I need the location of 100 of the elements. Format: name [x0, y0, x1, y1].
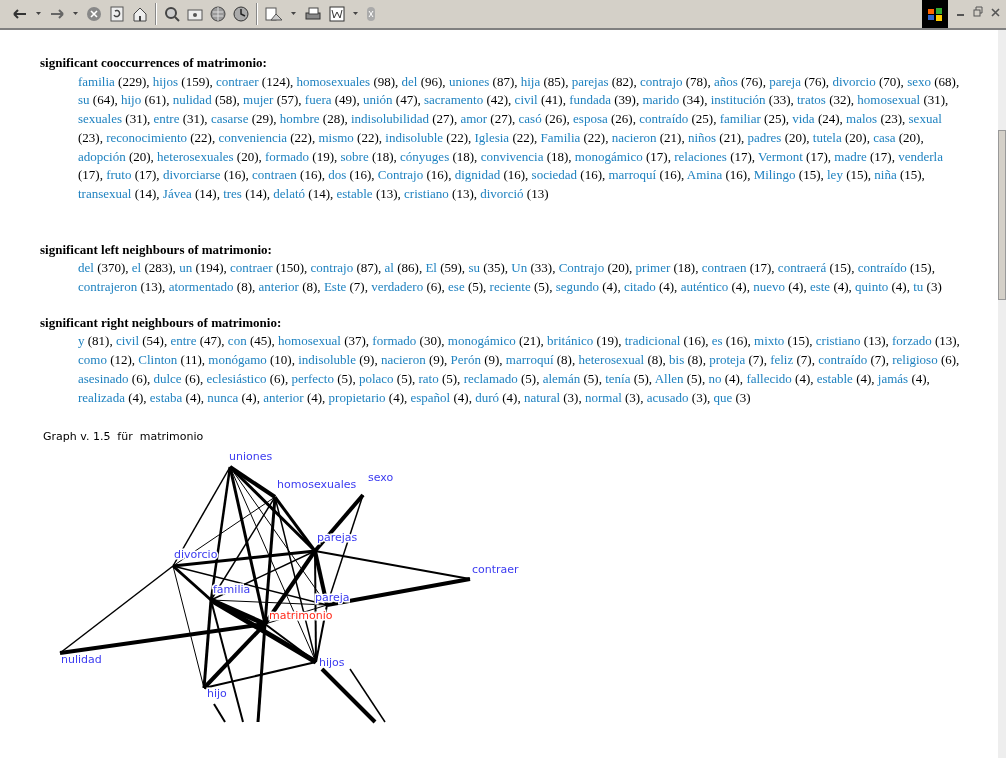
word-link[interactable]: atormentado: [168, 279, 234, 295]
word-link[interactable]: sobre: [340, 148, 369, 164]
word-link[interactable]: adopción: [78, 148, 126, 164]
word-link[interactable]: tenía: [605, 370, 631, 386]
word-link[interactable]: contrajo: [310, 260, 354, 276]
word-link[interactable]: anterior: [263, 389, 304, 405]
word-link[interactable]: tradicional: [624, 333, 681, 349]
globe-icon[interactable]: [233, 6, 249, 22]
word-link[interactable]: marido: [642, 92, 680, 108]
word-link[interactable]: jamás: [877, 370, 909, 386]
word-link[interactable]: asesinado: [78, 370, 129, 386]
word-link[interactable]: propietario: [328, 389, 386, 405]
document-edit-icon[interactable]: [329, 6, 345, 22]
word-link[interactable]: Contrajo: [377, 167, 424, 183]
word-link[interactable]: parejas: [571, 73, 609, 89]
word-link[interactable]: reconocimiento: [106, 129, 188, 145]
word-link[interactable]: tutela: [812, 129, 842, 145]
word-link[interactable]: natural: [523, 389, 560, 405]
word-link[interactable]: fallecido: [746, 370, 792, 386]
word-link[interactable]: indisolubilidad: [350, 111, 429, 127]
word-link[interactable]: dos: [328, 167, 347, 183]
word-link[interactable]: nacieron: [380, 352, 426, 368]
word-link[interactable]: que: [713, 389, 733, 405]
search-icon[interactable]: [164, 6, 180, 22]
word-link[interactable]: reciente: [489, 279, 531, 295]
word-link[interactable]: vida: [792, 111, 815, 127]
word-link[interactable]: niña: [874, 167, 897, 183]
word-link[interactable]: marroquí: [608, 167, 657, 183]
home-icon[interactable]: [132, 6, 148, 22]
word-link[interactable]: sexual: [908, 111, 942, 127]
stop-icon[interactable]: [86, 6, 102, 22]
word-link[interactable]: el: [131, 260, 142, 276]
word-link[interactable]: auténtico: [680, 279, 729, 295]
word-link[interactable]: y: [78, 333, 85, 349]
word-link[interactable]: hija: [520, 73, 541, 89]
word-link[interactable]: cristiano: [404, 185, 449, 201]
word-link[interactable]: ley: [827, 167, 843, 183]
word-link[interactable]: contraer: [230, 260, 273, 276]
word-link[interactable]: del: [401, 73, 418, 89]
word-link[interactable]: Perón: [450, 352, 481, 368]
word-link[interactable]: sexuales: [78, 111, 123, 127]
word-link[interactable]: madre: [834, 148, 867, 164]
word-link[interactable]: monogámico: [447, 333, 516, 349]
word-link[interactable]: Iglesia: [474, 129, 510, 145]
word-link[interactable]: familiar: [719, 111, 761, 127]
word-link[interactable]: formado: [265, 148, 310, 164]
mail-icon[interactable]: [265, 6, 283, 22]
word-link[interactable]: hijo: [121, 92, 142, 108]
word-link[interactable]: al: [384, 260, 394, 276]
word-link[interactable]: británico: [547, 333, 594, 349]
word-link[interactable]: como: [78, 352, 107, 368]
word-link[interactable]: su: [78, 92, 90, 108]
globe-icon[interactable]: [210, 6, 226, 22]
word-link[interactable]: con: [227, 333, 247, 349]
word-link[interactable]: contrajo: [639, 73, 683, 89]
word-link[interactable]: cristiano: [815, 333, 861, 349]
word-link[interactable]: entre: [170, 333, 197, 349]
word-link[interactable]: sexo: [907, 73, 931, 89]
word-link[interactable]: Milingo: [753, 167, 796, 183]
word-link[interactable]: contraído: [818, 352, 868, 368]
word-link[interactable]: convivencia: [480, 148, 544, 164]
scrollbar-thumb[interactable]: [998, 130, 1006, 300]
refresh-icon[interactable]: [109, 6, 125, 22]
word-link[interactable]: homosexuales: [296, 73, 371, 89]
word-link[interactable]: conveniencia: [218, 129, 288, 145]
word-link[interactable]: Este: [323, 279, 347, 295]
word-link[interactable]: institución: [710, 92, 766, 108]
word-link[interactable]: eclesiástico: [206, 370, 267, 386]
word-link[interactable]: casa: [873, 129, 896, 145]
word-link[interactable]: monógamo: [208, 352, 267, 368]
word-link[interactable]: del: [78, 260, 94, 276]
word-link[interactable]: contraerá: [777, 260, 827, 276]
word-link[interactable]: es: [711, 333, 723, 349]
word-link[interactable]: nuevo: [753, 279, 785, 295]
word-link[interactable]: no: [708, 370, 722, 386]
word-link[interactable]: casarse: [210, 111, 249, 127]
word-link[interactable]: formado: [372, 333, 417, 349]
word-link[interactable]: delató: [273, 185, 306, 201]
word-link[interactable]: entre: [153, 111, 180, 127]
word-link[interactable]: contraen: [252, 167, 297, 183]
word-link[interactable]: fruto: [106, 167, 132, 183]
word-link[interactable]: mujer: [243, 92, 274, 108]
word-link[interactable]: feliz: [770, 352, 794, 368]
word-link[interactable]: normal: [584, 389, 622, 405]
word-link[interactable]: citado: [623, 279, 656, 295]
word-link[interactable]: familia: [78, 73, 115, 89]
word-link[interactable]: realizada: [78, 389, 125, 405]
word-link[interactable]: fundada: [569, 92, 611, 108]
word-link[interactable]: alemán: [542, 370, 581, 386]
word-link[interactable]: divorciarse: [162, 167, 221, 183]
word-link[interactable]: tratos: [797, 92, 826, 108]
word-link[interactable]: homosexual: [857, 92, 921, 108]
word-link[interactable]: divorció: [480, 185, 524, 201]
word-link[interactable]: primer: [635, 260, 671, 276]
word-link[interactable]: verdadero: [371, 279, 424, 295]
word-link[interactable]: un: [179, 260, 193, 276]
word-link[interactable]: contraído: [857, 260, 907, 276]
word-link[interactable]: estable: [336, 185, 373, 201]
word-link[interactable]: dignidad: [454, 167, 501, 183]
word-link[interactable]: unión: [362, 92, 393, 108]
